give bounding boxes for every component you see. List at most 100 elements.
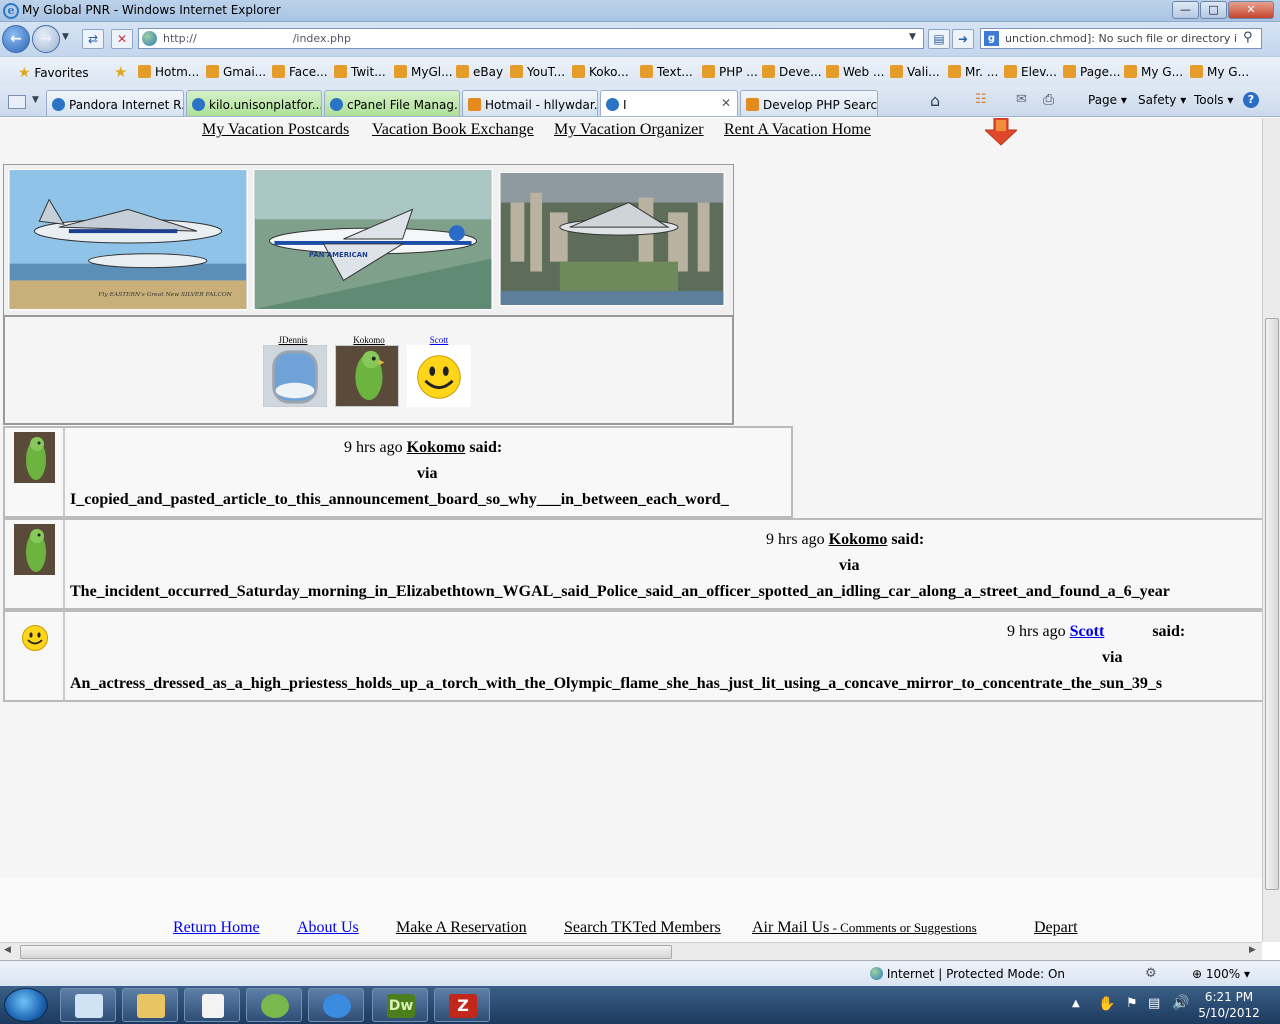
favorite-link[interactable]: Twit... <box>334 65 386 79</box>
mail-icon[interactable]: ✉ <box>1016 92 1027 107</box>
page-menu[interactable]: Page ▾ <box>1088 93 1127 107</box>
parrot-avatar[interactable] <box>335 345 399 407</box>
action-center-flag-icon[interactable]: ⚑ <box>1126 996 1138 1011</box>
show-hidden-icons[interactable]: ▲ <box>1072 998 1080 1009</box>
search-box[interactable]: g unction.chmod]: No such file or direct… <box>980 28 1262 49</box>
favorite-link[interactable]: Mr. ... <box>948 65 998 79</box>
safety-menu[interactable]: Safety ▾ <box>1138 93 1186 107</box>
favorite-link[interactable]: Gmai... <box>206 65 266 79</box>
taskbar-messenger[interactable] <box>246 988 302 1022</box>
taskbar-dreamweaver[interactable]: Dw <box>372 988 428 1022</box>
member-name[interactable]: Kokomo <box>336 335 402 345</box>
link-rent-vacation-home[interactable]: Rent A Vacation Home <box>724 121 871 139</box>
back-button[interactable]: ← <box>2 25 30 53</box>
home-icon[interactable]: ⌂ <box>930 91 940 110</box>
favorite-link[interactable]: Web ... <box>826 65 884 79</box>
compatibility-view-icon[interactable]: ▤ <box>928 29 950 49</box>
tab-develop-php[interactable]: Develop PHP Search <box>740 90 878 116</box>
favorite-link[interactable]: Elev... <box>1004 65 1057 79</box>
tab-list-dropdown[interactable]: ▼ <box>32 95 39 105</box>
search-icon[interactable]: ⚲ <box>1243 30 1253 45</box>
security-zone[interactable]: Internet | Protected Mode: On <box>870 967 1065 981</box>
postcard-eastern-airlines-image[interactable]: Fly EASTERN's Great New SILVER FALCON <box>8 169 248 310</box>
favorite-link[interactable]: Face... <box>272 65 328 79</box>
search-members-link[interactable]: Search TKTed Members <box>564 919 721 937</box>
scroll-right-icon[interactable]: ▶ <box>1249 945 1256 955</box>
forward-button[interactable]: → <box>32 25 60 53</box>
feeds-icon[interactable]: ☷ <box>975 92 987 107</box>
member-name[interactable]: Scott <box>406 335 472 345</box>
favorite-link[interactable]: eBay <box>456 65 503 79</box>
return-home-link[interactable]: Return Home <box>173 919 260 937</box>
about-us-link[interactable]: About Us <box>297 919 359 937</box>
favorite-link[interactable]: PHP ... <box>702 65 758 79</box>
go-arrow-icon[interactable]: ➜ <box>952 29 974 49</box>
parrot-avatar[interactable] <box>14 432 55 483</box>
recent-pages-dropdown[interactable]: ▼ <box>62 32 69 42</box>
refresh-arrows-icon[interactable]: ⇄ <box>82 29 104 49</box>
member-name[interactable]: JDennis <box>260 335 326 345</box>
print-icon[interactable]: ⎙ <box>1043 92 1054 108</box>
favorite-link[interactable]: Deve... <box>762 65 822 79</box>
quick-tabs-icon[interactable] <box>8 95 26 109</box>
page-tools-icon[interactable]: ⚙ <box>1145 966 1157 981</box>
tab-current[interactable]: I ✕ <box>600 90 738 116</box>
address-bar[interactable]: http:// /index.php ▼ <box>138 28 924 49</box>
volume-icon[interactable]: 🔊 <box>1172 995 1189 1011</box>
favorites-button[interactable]: ★ Favorites <box>18 65 89 81</box>
horizontal-scroll-thumb[interactable] <box>20 945 672 959</box>
favorite-link[interactable]: YouT... <box>510 65 565 79</box>
favorite-link[interactable]: Page... <box>1063 65 1121 79</box>
airplane-window-avatar[interactable] <box>263 345 327 407</box>
close-window-button[interactable]: ✕ <box>1228 1 1274 19</box>
help-icon[interactable]: ? <box>1243 92 1259 108</box>
taskbar-ie[interactable] <box>308 988 364 1022</box>
zoom-level[interactable]: ⊕ 100% ▾ <box>1192 967 1250 981</box>
search-text[interactable]: unction.chmod]: No such file or director… <box>1005 32 1237 45</box>
clock[interactable]: 6:21 PM 5/10/2012 <box>1190 989 1268 1021</box>
postcard-city-flyover-image[interactable] <box>499 172 725 306</box>
post-author-link[interactable]: Scott <box>1070 623 1149 640</box>
depart-link[interactable]: Depart <box>1034 919 1078 937</box>
favorite-link[interactable]: MyGl... <box>394 65 453 79</box>
hand-tray-icon[interactable]: ✋ <box>1098 996 1115 1012</box>
link-vacation-organizer[interactable]: My Vacation Organizer <box>554 121 704 139</box>
post-author-link[interactable]: Kokomo <box>829 531 888 548</box>
tools-menu[interactable]: Tools ▾ <box>1194 93 1233 107</box>
maximize-button[interactable]: □ <box>1200 1 1227 19</box>
horizontal-scrollbar[interactable]: ◀ ▶ <box>0 942 1262 960</box>
favorite-link[interactable]: Hotm... <box>138 65 199 79</box>
tab-hotmail[interactable]: Hotmail - hllywdar... <box>462 90 598 116</box>
start-button[interactable] <box>4 988 48 1022</box>
vertical-scrollbar[interactable] <box>1262 118 1280 942</box>
tab-pandora[interactable]: Pandora Internet R... <box>46 90 184 116</box>
network-icon[interactable]: ▤ <box>1148 996 1160 1011</box>
address-dropdown-icon[interactable]: ▼ <box>909 32 916 42</box>
taskbar-notepad[interactable] <box>184 988 240 1022</box>
air-mail-link[interactable]: Air Mail Us - Comments or Suggestions <box>752 919 977 937</box>
postcard-pan-american-image[interactable]: PAN AMERICAN <box>253 169 493 310</box>
parrot-avatar[interactable] <box>14 524 55 575</box>
smiley-avatar[interactable] <box>407 345 471 407</box>
tab-kilo[interactable]: kilo.unisonplatfor... <box>186 90 322 116</box>
taskbar-filezilla[interactable]: Z <box>434 988 490 1022</box>
smiley-avatar[interactable] <box>21 624 49 652</box>
link-vacation-book-exchange[interactable]: Vacation Book Exchange <box>372 121 534 139</box>
minimize-button[interactable]: — <box>1172 1 1199 19</box>
make-reservation-link[interactable]: Make A Reservation <box>396 919 527 937</box>
post-author-link[interactable]: Kokomo <box>407 439 466 456</box>
taskbar-show-desktop[interactable] <box>60 988 116 1022</box>
link-vacation-postcards[interactable]: My Vacation Postcards <box>202 121 349 139</box>
favorite-link[interactable]: Text... <box>640 65 693 79</box>
add-favorite-icon[interactable]: ★ <box>114 63 127 81</box>
close-tab-icon[interactable]: ✕ <box>721 96 731 110</box>
taskbar-explorer[interactable] <box>122 988 178 1022</box>
scroll-left-icon[interactable]: ◀ <box>4 945 11 955</box>
favorite-link[interactable]: Vali... <box>890 65 940 79</box>
stop-button[interactable]: ✕ <box>111 29 133 49</box>
tab-cpanel[interactable]: cPanel File Manag... <box>324 90 460 116</box>
favorite-link[interactable]: My G... <box>1190 65 1249 79</box>
favorite-link[interactable]: Koko... <box>572 65 629 79</box>
vertical-scroll-thumb[interactable] <box>1265 318 1279 890</box>
favorite-link[interactable]: My G... <box>1124 65 1183 79</box>
